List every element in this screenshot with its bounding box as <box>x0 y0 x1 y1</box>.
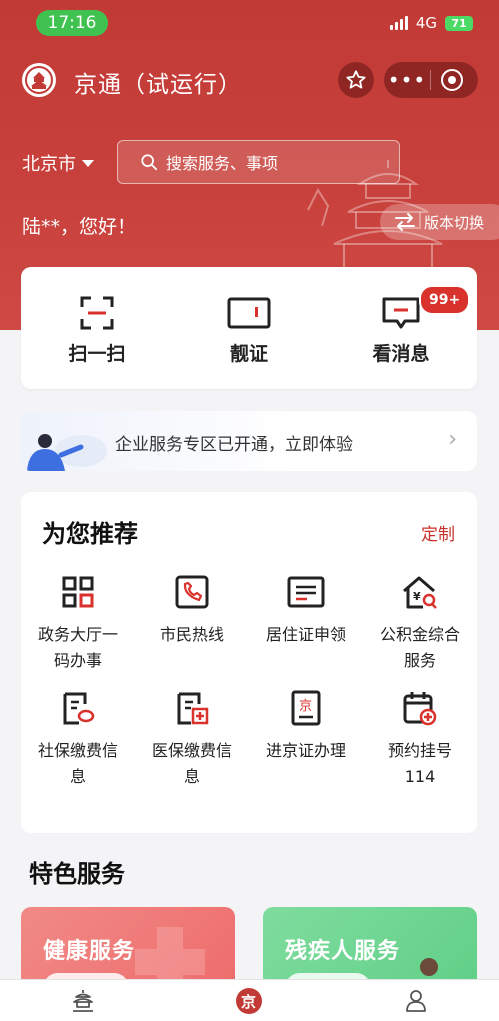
status-time: 17:16 <box>36 10 108 36</box>
calendar-add-icon <box>400 688 440 728</box>
card-icon <box>227 297 271 329</box>
person-illustration-icon <box>27 434 107 471</box>
disability-service-label: 残疾人服务 <box>285 939 401 964</box>
medical-insurance-icon <box>172 688 212 728</box>
messages-button[interactable]: 看消息 99+ <box>325 267 477 389</box>
service-item-residence-permit[interactable]: 居住证申领 <box>249 572 363 674</box>
tab-profile[interactable] <box>333 980 499 1021</box>
service-label: 政务大厅一码办事 <box>37 625 118 670</box>
dropdown-icon <box>82 159 94 167</box>
service-label: 社保缴费信息 <box>37 741 118 786</box>
customize-button[interactable]: 定制 <box>421 520 455 545</box>
service-item-beijing-permit[interactable]: 京 进京证办理 <box>249 688 363 790</box>
recommend-title: 为您推荐 <box>42 520 138 548</box>
favorite-button[interactable] <box>338 62 374 98</box>
jingtong-icon: 京 <box>236 987 263 1014</box>
service-label: 预约挂号114 <box>387 741 452 786</box>
scan-icon <box>80 296 114 330</box>
version-switch-button[interactable]: 版本切换 <box>380 204 499 240</box>
svg-text:京: 京 <box>241 993 256 1011</box>
version-switch-label: 版本切换 <box>424 213 485 232</box>
service-label: 医保缴费信息 <box>151 741 232 786</box>
profile-icon <box>405 989 426 1012</box>
phone-icon <box>172 572 212 612</box>
app-title: 京通（试运行） <box>74 72 242 98</box>
search-placeholder: 搜索服务、事项 <box>166 154 279 173</box>
service-label: 居住证申领 <box>265 625 346 644</box>
greeting-text: 陆**，您好！ <box>22 216 137 238</box>
svg-text:京: 京 <box>299 699 312 714</box>
city-selector[interactable]: 北京市 <box>22 150 94 176</box>
home-icon <box>73 989 94 1012</box>
tab-jingtong[interactable]: 京 <box>166 980 332 1021</box>
featured-title: 特色服务 <box>29 860 125 888</box>
tab-bar: 京 <box>0 979 499 1021</box>
tab-home[interactable] <box>0 980 166 1021</box>
more-options-icon[interactable]: ••• <box>384 62 430 98</box>
recommend-grid: 政务大厅一码办事 市民热线 居住证申领 ¥ 公积金综合服务 社保缴费信息 医保缴… <box>21 572 477 790</box>
service-item-government-hall[interactable]: 政务大厅一码办事 <box>21 572 135 674</box>
social-security-icon <box>58 688 98 728</box>
service-item-hotline[interactable]: 市民热线 <box>135 572 249 674</box>
star-icon <box>346 70 366 89</box>
certificate-label: 靓证 <box>229 343 268 365</box>
capsule-divider <box>430 70 431 90</box>
scan-label: 扫一扫 <box>68 343 126 365</box>
search-icon <box>141 154 158 171</box>
swap-icon <box>395 213 415 231</box>
service-label: 进京证办理 <box>265 741 346 760</box>
banner-text: 企业服务专区已开通，立即体验 <box>115 435 353 455</box>
search-input[interactable]: 搜索服务、事项 <box>117 140 400 184</box>
battery-icon: 71 <box>445 15 473 31</box>
service-item-housing-fund[interactable]: ¥ 公积金综合服务 <box>363 572 477 674</box>
qrcode-icon <box>58 572 98 612</box>
scan-button[interactable]: 扫一扫 <box>21 267 173 389</box>
certificate-button[interactable]: 靓证 <box>173 267 325 389</box>
miniprogram-capsule: ••• <box>384 62 478 98</box>
city-label: 北京市 <box>22 154 76 175</box>
quick-actions-card: 扫一扫 靓证 看消息 99+ <box>21 267 477 389</box>
title-bar: 京通（试运行） ••• <box>0 55 499 105</box>
battery-level: 71 <box>451 16 467 30</box>
service-item-social-security[interactable]: 社保缴费信息 <box>21 688 135 790</box>
service-label: 公积金综合服务 <box>379 625 460 670</box>
message-icon <box>382 297 420 329</box>
service-label: 市民热线 <box>159 625 224 644</box>
id-card-icon <box>286 572 326 612</box>
service-item-medical-insurance[interactable]: 医保缴费信息 <box>135 688 249 790</box>
signal-icon <box>389 16 408 30</box>
message-count-badge: 99+ <box>419 285 471 315</box>
svg-text:¥: ¥ <box>413 590 421 603</box>
close-miniprogram-icon[interactable] <box>441 69 463 91</box>
app-logo-icon <box>22 63 56 97</box>
house-fund-icon: ¥ <box>400 572 440 612</box>
network-type: 4G <box>415 14 437 32</box>
health-service-label: 健康服务 <box>43 939 136 964</box>
enterprise-service-banner[interactable]: 企业服务专区已开通，立即体验 › <box>21 411 477 471</box>
recommend-card: 为您推荐 定制 政务大厅一码办事 市民热线 居住证申领 ¥ 公积金综合服务 社保… <box>21 492 477 833</box>
status-bar: 17:16 4G 71 <box>0 0 499 44</box>
messages-label: 看消息 <box>372 343 430 365</box>
service-item-appointment[interactable]: 预约挂号114 <box>363 688 477 790</box>
chevron-right-icon: › <box>448 427 457 452</box>
beijing-permit-icon: 京 <box>286 688 326 728</box>
